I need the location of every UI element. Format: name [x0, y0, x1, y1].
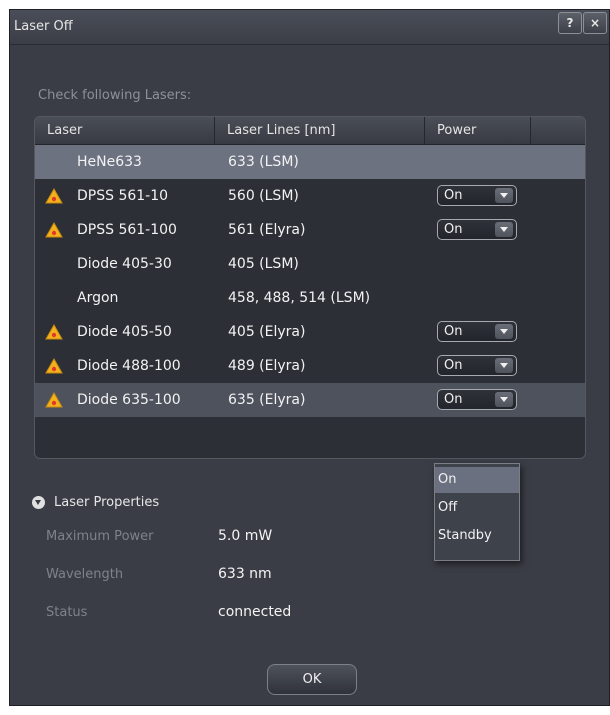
chevron-down-icon[interactable]: [495, 324, 513, 339]
laser-name: Diode 405-30: [77, 256, 172, 272]
column-header-empty: [531, 117, 585, 144]
power-value: On: [444, 358, 463, 373]
column-header-laser[interactable]: Laser: [35, 117, 215, 144]
menu-item-standby[interactable]: Standby: [435, 523, 519, 549]
power-value: On: [444, 222, 463, 237]
table-row[interactable]: DPSS 561-10 560 (LSM) On: [35, 179, 585, 213]
power-dropdown[interactable]: On: [437, 321, 517, 342]
title-bar: Laser Off ? ×: [10, 10, 609, 45]
table-row[interactable]: Argon 458, 488, 514 (LSM): [35, 281, 585, 315]
status-value: connected: [218, 604, 292, 620]
laser-name: DPSS 561-100: [77, 222, 177, 238]
laser-lines: 561 (Elyra): [228, 222, 306, 238]
power-dropdown[interactable]: On: [437, 185, 517, 206]
table-row[interactable]: Diode 635-100 635 (Elyra) On: [35, 383, 585, 417]
power-value: On: [444, 324, 463, 339]
column-header-power[interactable]: Power: [425, 117, 531, 144]
column-header-laser-lines[interactable]: Laser Lines [nm]: [215, 117, 425, 144]
table-row[interactable]: Diode 488-100 489 (Elyra) On: [35, 349, 585, 383]
help-button[interactable]: ?: [558, 12, 582, 34]
laser-name: Diode 635-100: [77, 392, 181, 408]
laser-lines: 635 (Elyra): [228, 392, 306, 408]
laser-lines: 560 (LSM): [228, 188, 299, 204]
menu-item-on[interactable]: On: [435, 467, 519, 493]
warning-icon: [45, 222, 63, 238]
chevron-down-icon[interactable]: [495, 358, 513, 373]
laser-name: Argon: [77, 290, 119, 306]
laser-lines: 405 (Elyra): [228, 324, 306, 340]
table-row[interactable]: DPSS 561-100 561 (Elyra) On: [35, 213, 585, 247]
max-power-value: 5.0 mW: [218, 528, 273, 544]
power-dropdown[interactable]: On: [437, 355, 517, 376]
warning-icon: [45, 358, 63, 374]
table-row[interactable]: Diode 405-50 405 (Elyra) On: [35, 315, 585, 349]
laser-table: Laser Laser Lines [nm] Power HeNe633 633…: [34, 116, 586, 459]
warning-icon: [45, 188, 63, 204]
check-lasers-label: Check following Lasers:: [38, 88, 192, 103]
wavelength-value: 633 nm: [218, 566, 272, 582]
power-dropdown[interactable]: On: [437, 389, 517, 410]
table-header: Laser Laser Lines [nm] Power: [35, 117, 585, 145]
laser-lines: 458, 488, 514 (LSM): [228, 290, 371, 306]
laser-lines: 633 (LSM): [228, 154, 299, 170]
close-button[interactable]: ×: [583, 12, 607, 34]
power-dropdown-menu: On Off Standby: [434, 463, 520, 561]
chevron-down-icon[interactable]: [495, 188, 513, 203]
status-label: Status: [46, 605, 88, 620]
chevron-down-icon[interactable]: [495, 392, 513, 407]
laser-name: Diode 488-100: [77, 358, 181, 374]
collapse-toggle-icon[interactable]: [32, 496, 45, 509]
laser-off-dialog: Laser Off ? × Check following Lasers: La…: [9, 9, 610, 706]
power-dropdown[interactable]: On: [437, 219, 517, 240]
warning-icon: [45, 324, 63, 340]
laser-name: DPSS 561-10: [77, 188, 169, 204]
window-title: Laser Off: [14, 19, 73, 34]
wavelength-label: Wavelength: [46, 567, 124, 582]
laser-name: HeNe633: [77, 154, 142, 170]
laser-lines: 489 (Elyra): [228, 358, 306, 374]
power-value: On: [444, 188, 463, 203]
laser-properties-title: Laser Properties: [54, 495, 160, 510]
laser-name: Diode 405-50: [77, 324, 172, 340]
ok-button[interactable]: OK: [267, 664, 357, 695]
warning-icon: [45, 392, 63, 408]
table-row[interactable]: Diode 405-30 405 (LSM): [35, 247, 585, 281]
max-power-label: Maximum Power: [46, 529, 154, 544]
laser-lines: 405 (LSM): [228, 256, 299, 272]
chevron-down-icon[interactable]: [495, 222, 513, 237]
menu-item-off[interactable]: Off: [435, 495, 519, 521]
power-value: On: [444, 392, 463, 407]
table-row[interactable]: HeNe633 633 (LSM): [35, 145, 585, 179]
